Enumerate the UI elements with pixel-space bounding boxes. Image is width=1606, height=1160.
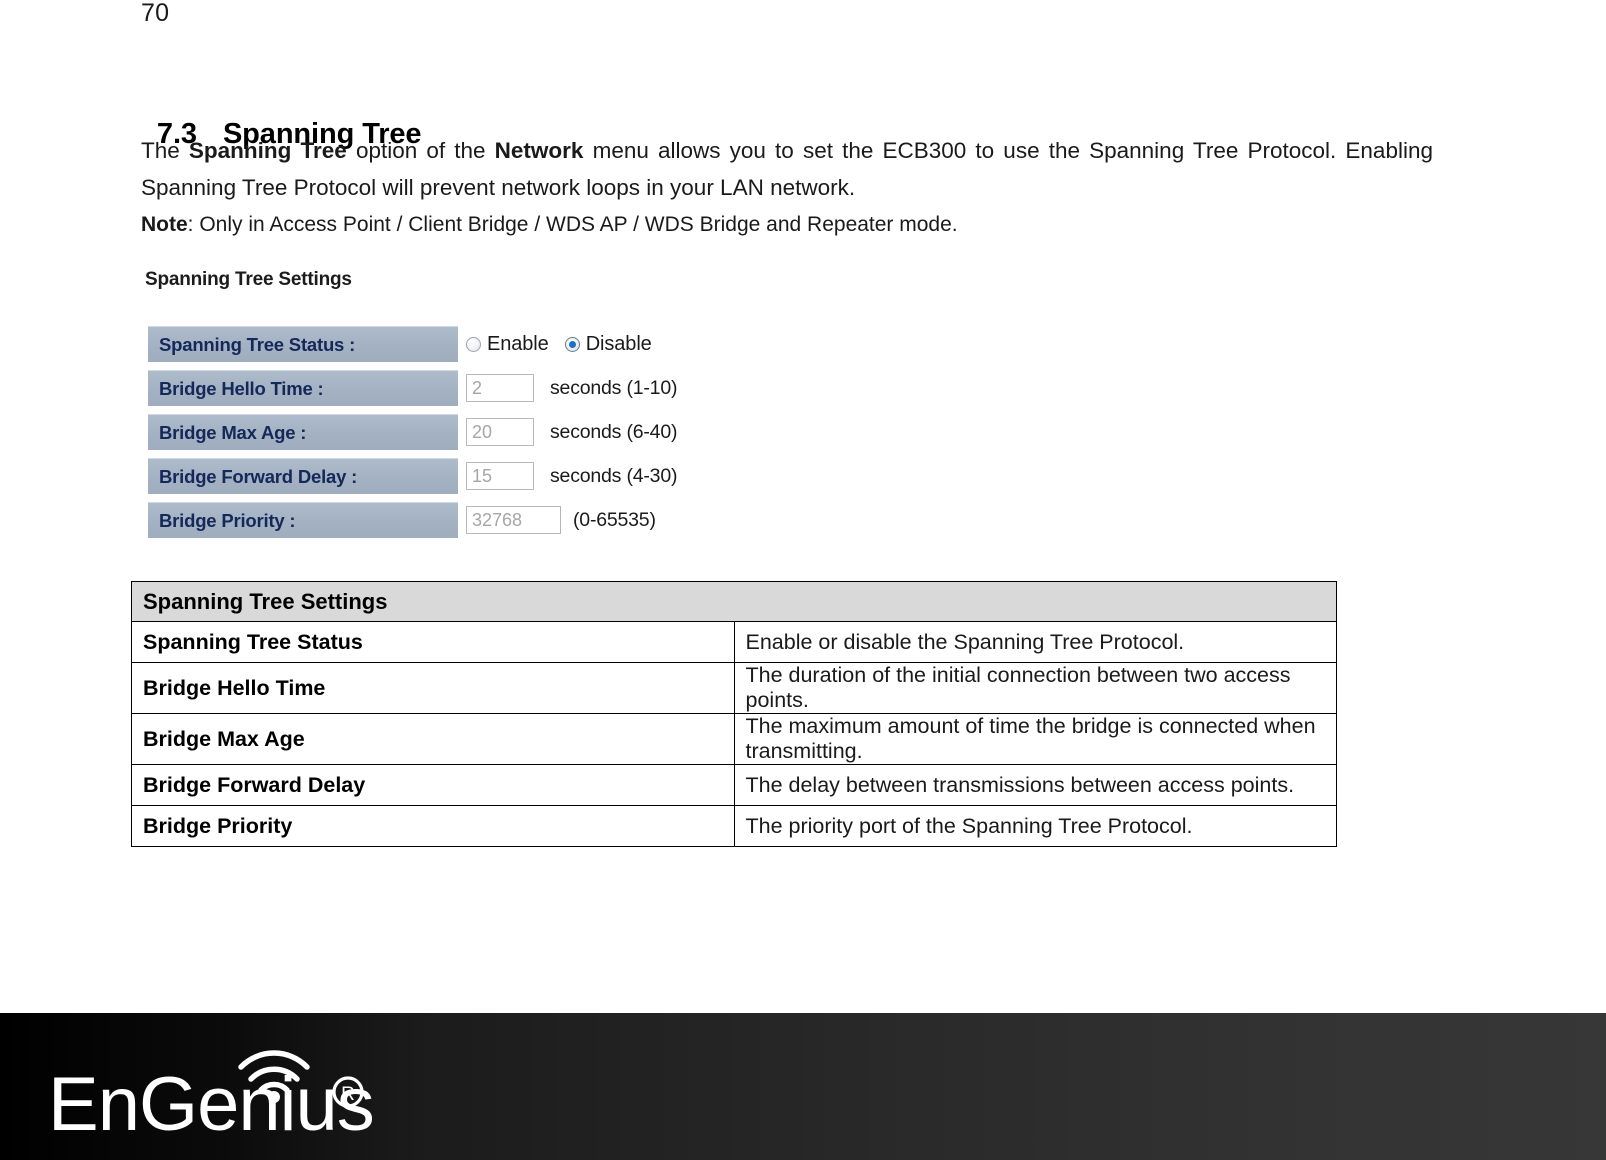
radio-label-enable: Enable [487, 332, 549, 355]
bridge-priority-hint: (0-65535) [573, 508, 656, 531]
table-header-row: Spanning Tree Settings [131, 581, 1337, 622]
intro-text-1: The [141, 138, 189, 163]
radio-icon-enable[interactable] [466, 336, 481, 352]
table-row: Bridge Hello Time The duration of the in… [131, 662, 1337, 714]
table-cell-term: Spanning Tree Status [131, 621, 735, 663]
bridge-hello-time-input[interactable]: 2 [466, 374, 534, 402]
ui-control-bridge-hello-time: 2 seconds (1-10) [466, 370, 677, 406]
table-cell-description: The duration of the initial connection b… [733, 662, 1337, 714]
bridge-forward-delay-hint: seconds (4-30) [550, 464, 678, 487]
ui-label-bridge-max-age: Bridge Max Age : [148, 414, 458, 450]
page-number: 70 [141, 0, 170, 27]
ui-row-bridge-hello-time: Bridge Hello Time : 2 seconds (1-10) [148, 368, 714, 412]
svg-text:R: R [341, 1084, 355, 1105]
bridge-max-age-input[interactable]: 20 [466, 418, 534, 446]
ui-row-bridge-priority: Bridge Priority : 32768 (0-65535) [148, 500, 714, 544]
table-cell-term: Bridge Max Age [131, 713, 735, 765]
table-row: Spanning Tree Status Enable or disable t… [131, 621, 1337, 663]
ui-control-bridge-forward-delay: 15 seconds (4-30) [466, 458, 677, 494]
note-paragraph: Note: Only in Access Point / Client Brid… [141, 206, 1433, 243]
note-text: : Only in Access Point / Client Bridge /… [187, 213, 958, 236]
table-row: Bridge Priority The priority port of the… [131, 805, 1337, 847]
ui-control-spanning-tree-status: Enable Disable [466, 326, 652, 362]
ui-row-bridge-forward-delay: Bridge Forward Delay : 15 seconds (4-30) [148, 456, 714, 500]
bridge-hello-time-hint: seconds (1-10) [550, 376, 678, 399]
intro-text-block: The Spanning Tree option of the Network … [141, 132, 1433, 243]
radio-option-enable[interactable]: Enable [466, 333, 549, 356]
table-cell-description: Enable or disable the Spanning Tree Prot… [733, 621, 1337, 663]
radio-icon-disable[interactable] [564, 336, 580, 352]
intro-bold-network: Network [494, 138, 584, 163]
spanning-tree-status-radio-group: Enable Disable [466, 333, 652, 356]
ui-label-bridge-priority: Bridge Priority : [148, 502, 458, 538]
engenius-wordmark: EnGenius [48, 1062, 374, 1142]
intro-bold-spanning-tree: Spanning Tree [188, 138, 347, 163]
engenius-logo: EnGenius R [48, 1050, 375, 1142]
table-row: Bridge Forward Delay The delay between t… [131, 764, 1337, 806]
note-label: Note [141, 213, 188, 236]
table-cell-description: The delay between transmissions between … [733, 764, 1337, 806]
table-cell-term: Bridge Priority [131, 805, 735, 847]
intro-text-2: option of the [346, 138, 495, 163]
ui-panel-title: Spanning Tree Settings [145, 269, 352, 290]
bridge-forward-delay-input[interactable]: 15 [466, 462, 534, 490]
ui-label-spanning-tree-status: Spanning Tree Status : [148, 326, 458, 362]
radio-option-disable[interactable]: Disable [564, 332, 652, 356]
table-cell-description: The maximum amount of time the bridge is… [733, 713, 1337, 765]
table-cell-term: Bridge Forward Delay [131, 764, 735, 806]
ui-settings-rows: Spanning Tree Status : Enable Disable Br… [148, 324, 714, 544]
spanning-tree-settings-screenshot: Spanning Tree Settings Spanning Tree Sta… [141, 262, 716, 540]
settings-description-table: Spanning Tree Settings Spanning Tree Sta… [131, 581, 1337, 847]
table-row: Bridge Max Age The maximum amount of tim… [131, 713, 1337, 765]
table-cell-term: Bridge Hello Time [131, 662, 735, 714]
table-cell-description: The priority port of the Spanning Tree P… [733, 805, 1337, 847]
table-header-cell: Spanning Tree Settings [131, 581, 1337, 622]
bridge-priority-input[interactable]: 32768 [466, 506, 561, 534]
intro-paragraph: The Spanning Tree option of the Network … [141, 132, 1433, 206]
ui-control-bridge-max-age: 20 seconds (6-40) [466, 414, 677, 450]
table-body: Spanning Tree Status Enable or disable t… [131, 621, 1337, 847]
ui-label-bridge-forward-delay: Bridge Forward Delay : [148, 458, 458, 494]
bridge-max-age-hint: seconds (6-40) [550, 420, 678, 443]
table-head: Spanning Tree Settings [131, 581, 1337, 622]
ui-label-bridge-hello-time: Bridge Hello Time : [148, 370, 458, 406]
ui-row-bridge-max-age: Bridge Max Age : 20 seconds (6-40) [148, 412, 714, 456]
ui-row-spanning-tree-status: Spanning Tree Status : Enable Disable [148, 324, 714, 368]
radio-label-disable: Disable [585, 332, 652, 355]
ui-control-bridge-priority: 32768 (0-65535) [466, 502, 656, 538]
